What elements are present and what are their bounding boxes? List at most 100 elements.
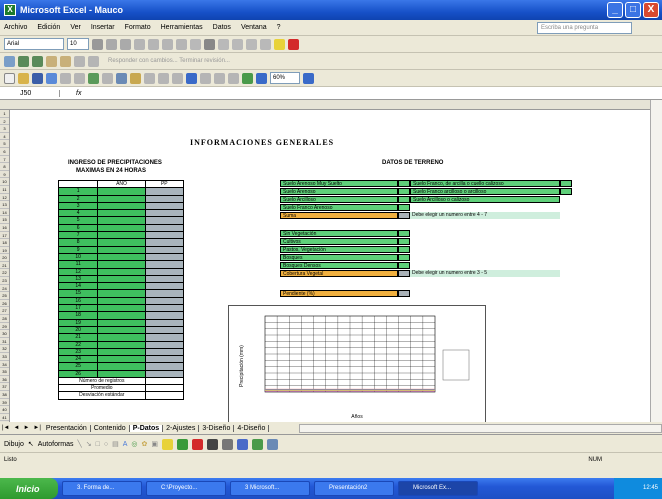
pp-cell[interactable] [145, 305, 183, 312]
pp-cell[interactable] [145, 202, 183, 210]
menu-edicion[interactable]: Edición [37, 24, 60, 31]
pp-cell[interactable] [145, 210, 183, 217]
currency-icon[interactable] [190, 38, 201, 50]
row-header[interactable]: 8 [0, 163, 9, 171]
row-header[interactable]: 16 [0, 224, 9, 232]
sort-asc-icon[interactable] [214, 72, 225, 84]
row-header[interactable]: 23 [0, 277, 9, 285]
row-header[interactable]: 4 [0, 133, 9, 141]
year-cell[interactable] [98, 348, 146, 356]
year-cell[interactable] [98, 188, 146, 195]
row-header[interactable]: 39 [0, 399, 9, 407]
row-header[interactable]: 9 [0, 171, 9, 179]
select-arrow-icon[interactable]: ↖ [28, 440, 34, 448]
year-cell[interactable] [98, 312, 146, 319]
permission-icon[interactable] [46, 72, 57, 84]
arrow-icon[interactable]: ↘ [86, 440, 92, 448]
taskbar-item-2[interactable]: C:\Proyecto... [146, 481, 226, 496]
row-header[interactable]: 12 [0, 194, 9, 202]
comment-icon[interactable] [46, 55, 57, 67]
close-button[interactable]: X [643, 2, 659, 18]
row-header[interactable]: 5 [0, 140, 9, 148]
underline-icon[interactable] [120, 38, 131, 50]
row-header[interactable]: 20 [0, 254, 9, 262]
delete-comment-icon[interactable] [88, 55, 99, 67]
row-header[interactable]: 2 [0, 118, 9, 126]
diagram-icon[interactable]: ◎ [131, 440, 137, 448]
soil-input-3[interactable] [398, 196, 410, 203]
tab-diseno-4[interactable]: 4-Diseño [234, 424, 270, 432]
row-header[interactable]: 22 [0, 269, 9, 278]
menu-formato[interactable]: Formato [125, 24, 151, 31]
year-cell[interactable] [98, 195, 146, 202]
row-header[interactable]: 17 [0, 232, 9, 240]
merge-center-icon[interactable] [176, 38, 187, 50]
soil-input-r1[interactable] [560, 180, 572, 187]
draw-font-color-icon[interactable] [192, 438, 203, 450]
font-size-select[interactable]: 10 [67, 38, 89, 50]
year-cell[interactable] [98, 283, 146, 290]
sort-desc-icon[interactable] [228, 72, 239, 84]
tab-contenido[interactable]: Contenido [91, 424, 130, 432]
row-header[interactable]: 35 [0, 368, 9, 376]
year-cell[interactable] [98, 232, 146, 239]
row-header[interactable]: 34 [0, 361, 9, 369]
row-header[interactable]: 29 [0, 323, 9, 331]
dash-style-icon[interactable] [222, 438, 233, 450]
decimal-icon[interactable] [232, 38, 243, 50]
pp-cell[interactable] [145, 224, 183, 232]
shadow-icon[interactable] [252, 438, 263, 450]
italic-icon[interactable] [106, 38, 117, 50]
row-header[interactable]: 11 [0, 186, 9, 194]
year-cell[interactable] [98, 268, 146, 275]
row-header[interactable]: 1 [0, 110, 9, 118]
3d-icon[interactable] [267, 438, 278, 450]
wordart-icon[interactable]: A [123, 441, 128, 448]
chart-wizard-icon[interactable] [242, 72, 253, 84]
review-next-icon[interactable] [18, 55, 29, 67]
pp-cell[interactable] [145, 341, 183, 348]
year-cell[interactable] [98, 326, 146, 334]
pp-cell[interactable] [145, 217, 183, 224]
tab-prev-icon[interactable]: ◄ [12, 425, 22, 431]
year-cell[interactable] [98, 224, 146, 232]
pp-cell[interactable] [145, 261, 183, 268]
year-cell[interactable] [98, 341, 146, 348]
cover-input-1[interactable] [398, 230, 410, 237]
align-left-icon[interactable] [134, 38, 145, 50]
font-name-select[interactable]: Arial [4, 38, 64, 50]
menu-ventana[interactable]: Ventana [241, 24, 267, 31]
soil-input-r2[interactable] [560, 188, 572, 195]
row-header[interactable]: 7 [0, 156, 9, 164]
row-header[interactable]: 40 [0, 406, 9, 414]
tab-presentacion[interactable]: Presentación [43, 424, 91, 432]
row-header[interactable]: 24 [0, 285, 9, 293]
spelling-icon[interactable] [88, 72, 99, 84]
oval-icon[interactable]: ○ [104, 441, 108, 448]
horizontal-scrollbar[interactable] [299, 423, 662, 433]
year-cell[interactable] [98, 210, 146, 217]
year-cell[interactable] [98, 253, 146, 261]
year-cell[interactable] [98, 297, 146, 305]
zoom-select[interactable]: 60% [270, 72, 300, 84]
row-header[interactable]: 15 [0, 216, 9, 224]
fx-icon[interactable]: fx [60, 90, 90, 97]
menu-ver[interactable]: Ver [70, 24, 81, 31]
cut-icon[interactable] [102, 72, 113, 84]
pp-cell[interactable] [145, 195, 183, 202]
line-icon[interactable]: ╲ [78, 440, 82, 448]
indent-icon[interactable] [246, 38, 257, 50]
review-prev-icon[interactable] [32, 55, 43, 67]
pp-cell[interactable] [145, 232, 183, 239]
vertical-scrollbar[interactable] [650, 100, 662, 422]
help-icon[interactable] [303, 72, 314, 84]
cover-input-4[interactable] [398, 254, 410, 261]
row-header[interactable]: 18 [0, 239, 9, 247]
review-icon[interactable] [4, 55, 15, 67]
line-color-icon[interactable] [177, 438, 188, 450]
worksheet-grid[interactable]: INFORMACIONES GENERALES INGRESO DE PRECI… [10, 110, 650, 422]
track-icon[interactable] [60, 55, 71, 67]
pp-cell[interactable] [145, 363, 183, 370]
row-header[interactable]: 27 [0, 307, 9, 316]
line-style-icon[interactable] [207, 438, 218, 450]
